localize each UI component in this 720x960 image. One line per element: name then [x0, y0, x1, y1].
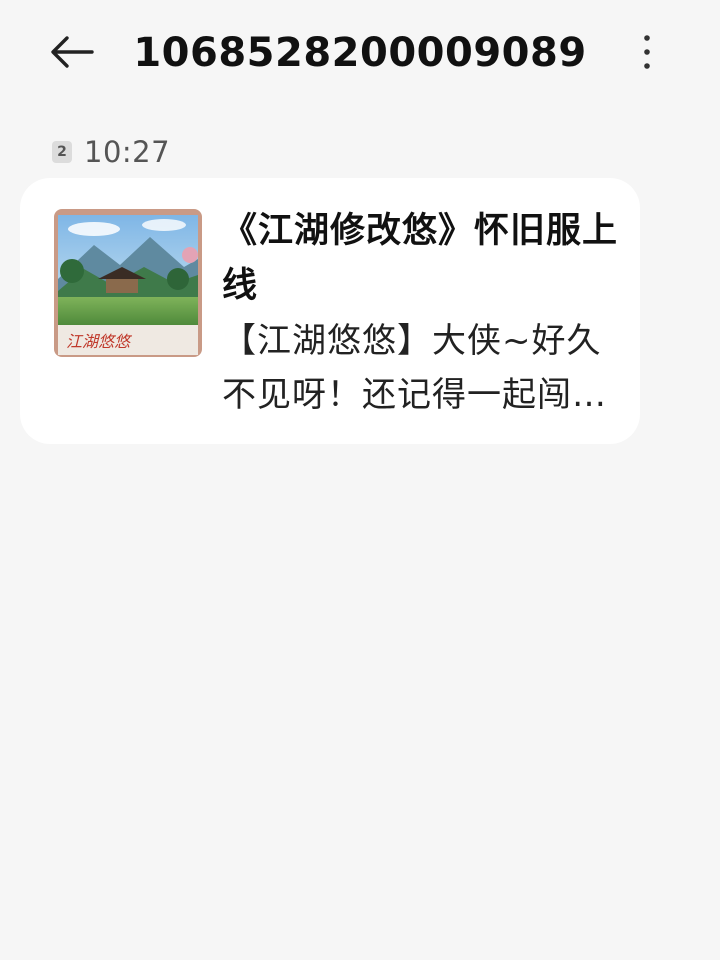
card-title: 《江湖修改悠》怀旧服上线 — [222, 211, 619, 306]
message-timestamp: 2 10:27 — [52, 132, 170, 172]
app-header: 1068528200009089 — [0, 0, 720, 110]
thumbnail-caption: 江湖悠悠 — [66, 332, 133, 351]
rich-message-card[interactable]: 江湖悠悠 《江湖修改悠》怀旧服上线 【江湖悠悠】大侠~好久不见呀！还记得一起闯荡… — [20, 178, 640, 444]
card-text-block: 《江湖修改悠》怀旧服上线 【江湖悠悠】大侠~好久不见呀！还记得一起闯荡江湖的日子… — [222, 204, 622, 422]
sim-card-icon: 2 — [52, 141, 72, 163]
more-options-button[interactable] — [622, 26, 672, 82]
card-thumbnail[interactable]: 江湖悠悠 — [54, 209, 202, 357]
card-body: 【江湖悠悠】大侠~好久不见呀！还记得一起闯荡江湖的日子吗 — [222, 321, 607, 415]
message-time: 10:27 — [84, 135, 171, 169]
conversation-title: 1068528200009089 — [133, 30, 587, 76]
more-vertical-icon — [642, 34, 652, 74]
